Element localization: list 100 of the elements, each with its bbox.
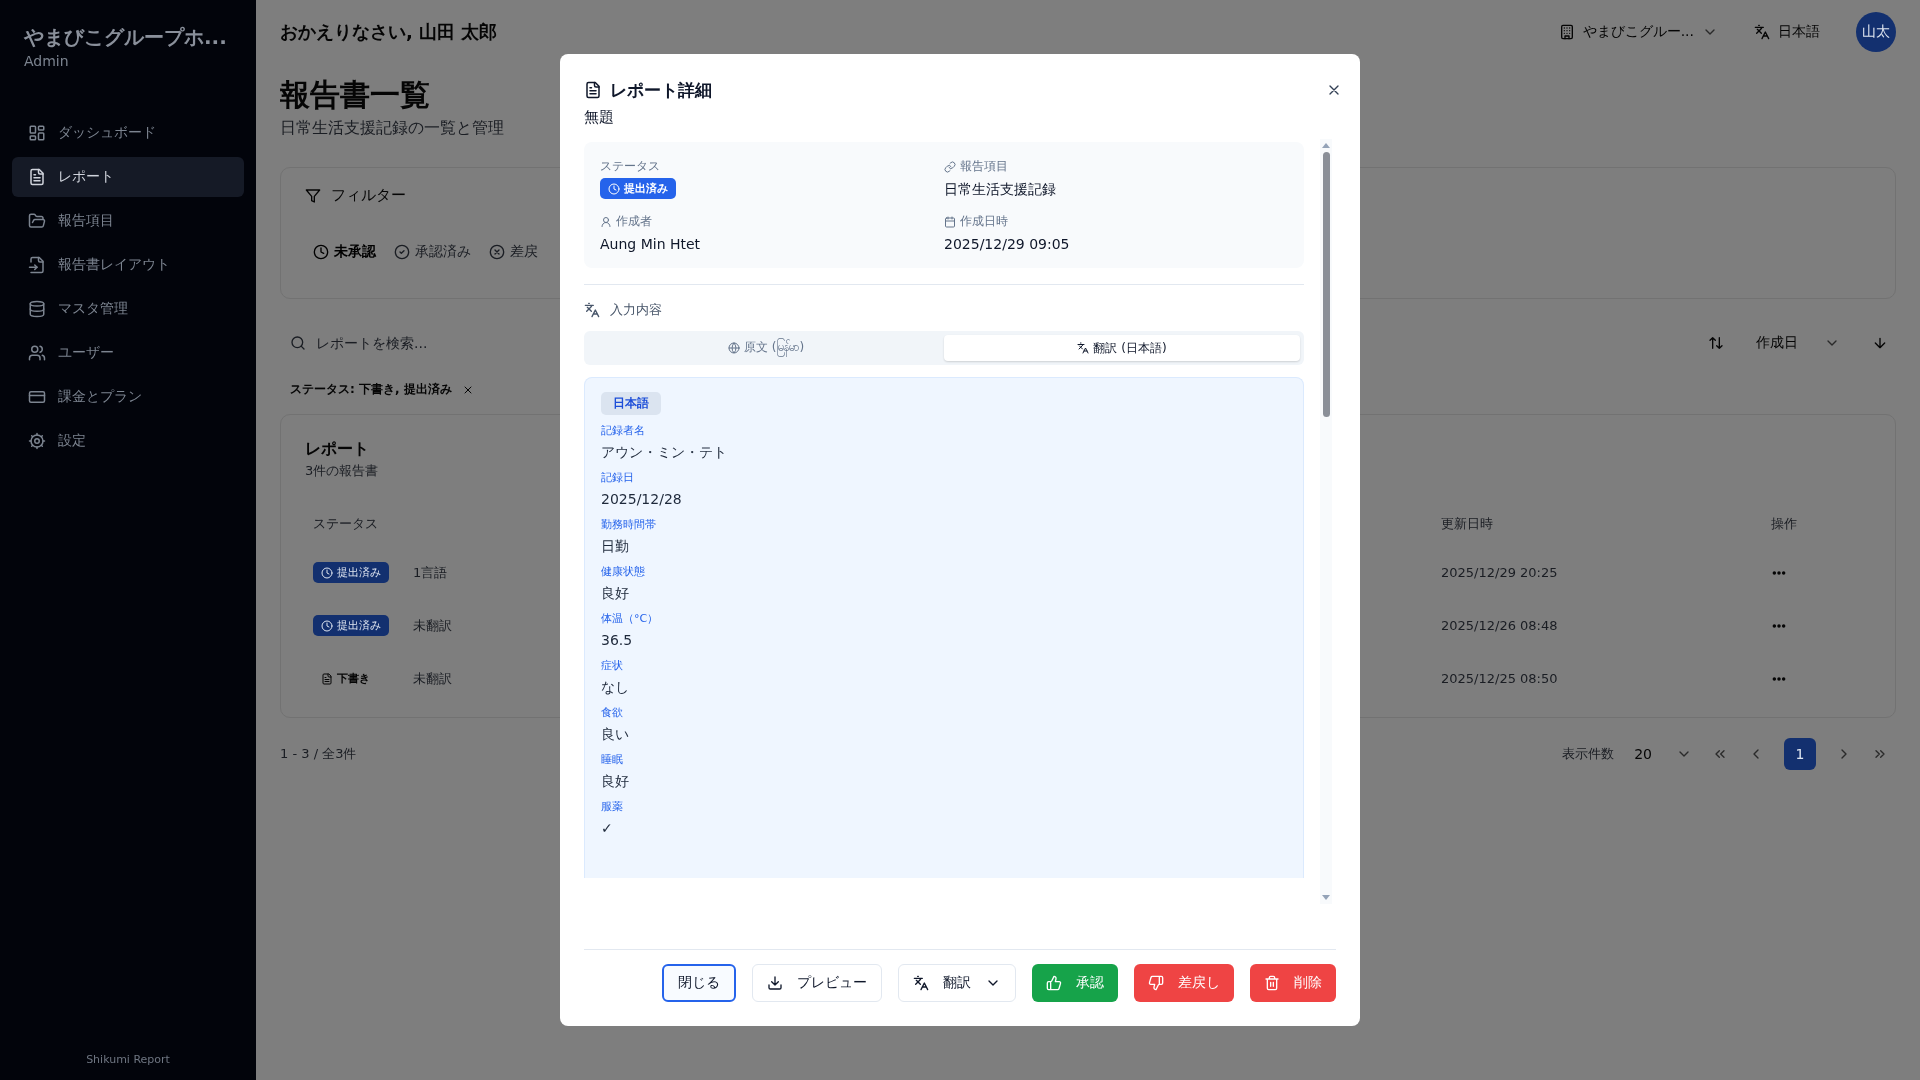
sidebar-item[interactable]: 設定 — [12, 421, 244, 461]
card-title: レポート — [305, 439, 369, 460]
page-title: 報告書一覧 — [280, 76, 430, 114]
user-avatar[interactable]: 山太 — [1856, 12, 1896, 52]
search-icon — [290, 335, 306, 351]
card-icon — [28, 388, 46, 406]
field-value: ✓ — [601, 819, 614, 838]
translate-icon — [913, 975, 929, 991]
view-tab[interactable]: 翻訳 (日本語) — [944, 335, 1300, 361]
building-icon — [1558, 24, 1575, 40]
clock-icon — [313, 244, 329, 260]
sort-icon[interactable] — [1708, 335, 1724, 351]
thumbs-down-icon — [1148, 975, 1164, 991]
table-cell: 未翻訳 — [413, 616, 452, 635]
check-circle-icon — [394, 244, 410, 260]
view-tab[interactable]: 原文 (မြန်မာ) — [588, 335, 944, 361]
sidebar-item[interactable]: 報告書レイアウト — [12, 245, 244, 285]
field-value: 日常生活支援記録 — [944, 181, 1056, 199]
page-subtitle: 日常生活支援記録の一覧と管理 — [280, 118, 504, 139]
status-tab[interactable]: 承認済み — [386, 237, 479, 267]
search-field[interactable]: レポートを検索... — [316, 333, 556, 353]
clock-icon — [608, 182, 620, 195]
action-button[interactable]: 閉じる — [662, 964, 736, 1002]
status-tab[interactable]: 差戻 — [481, 237, 546, 267]
field-value: 良い — [601, 725, 629, 744]
field-label: 記録日 — [601, 470, 635, 485]
field-label: 健康状態 — [601, 564, 645, 579]
organization-selector[interactable]: やまびこグルー... — [1558, 23, 1718, 41]
action-button[interactable]: 削除 — [1250, 964, 1336, 1002]
x-circle-icon — [489, 244, 505, 260]
field-value: 36.5 — [601, 631, 634, 650]
field-label: 報告項目 — [960, 158, 1008, 175]
per-page-select[interactable]: 20 — [1634, 746, 1692, 762]
globe-icon — [727, 342, 740, 354]
translate-icon — [584, 302, 600, 318]
download-icon — [767, 975, 783, 991]
page-button[interactable]: 1 — [1784, 738, 1816, 770]
sidebar-item[interactable]: ダッシュボード — [12, 113, 244, 153]
field-label: 勤務時間帯 — [601, 517, 656, 532]
dialog-title: レポート詳細 — [610, 78, 712, 102]
sidebar-item[interactable]: 課金とプラン — [12, 377, 244, 417]
report-count: 3件の報告書 — [305, 462, 379, 480]
status-badge: 提出済み — [600, 178, 676, 199]
filter-icon — [305, 187, 321, 204]
users-icon — [28, 344, 46, 362]
brand-name: やまびこグループホ... — [23, 24, 228, 51]
field-label: 症状 — [601, 658, 624, 673]
user-role: Admin — [23, 52, 70, 69]
field-value: 2025/12/28 — [601, 490, 682, 509]
field-label: 作成日時 — [960, 213, 1008, 230]
filter-title: フィルター — [331, 186, 406, 205]
field-label: 食欲 — [601, 705, 624, 720]
filter-chip[interactable]: ステータス: 下書き, 提出済み — [280, 377, 484, 402]
action-button[interactable]: 承認 — [1032, 964, 1118, 1002]
status-label: 下書き — [313, 668, 378, 689]
settings-icon — [28, 432, 46, 450]
trash-icon — [1264, 975, 1280, 991]
database-icon — [28, 300, 46, 318]
report-title: 無題 — [584, 108, 614, 127]
document-icon — [321, 672, 333, 685]
field-label: 記録者名 — [601, 423, 646, 438]
table-cell: 未翻訳 — [413, 669, 452, 688]
language-selector[interactable]: 日本語 — [1754, 23, 1820, 41]
app-name: Shikumi Report — [86, 1053, 170, 1068]
document-icon — [28, 168, 46, 186]
status-tab[interactable]: 未承認 — [305, 237, 384, 267]
language-badge: 日本語 — [601, 392, 661, 415]
sidebar-item[interactable]: ユーザー — [12, 333, 244, 373]
folder-icon — [28, 212, 46, 230]
sidebar-item[interactable]: マスタ管理 — [12, 289, 244, 329]
scroll-thumb[interactable] — [1322, 152, 1330, 417]
field-label: 服薬 — [601, 799, 623, 814]
field-value: アウン・ミン・テト — [601, 443, 727, 462]
section-title: 入力内容 — [610, 301, 662, 319]
sort-field-select[interactable]: 作成日 — [1748, 334, 1848, 352]
field-label: ステータス — [600, 158, 660, 175]
field-label: 体温（°C） — [601, 611, 659, 626]
status-badge: 提出済み — [313, 615, 389, 636]
action-button[interactable]: 差戻し — [1134, 964, 1234, 1002]
sidebar-item[interactable]: 報告項目 — [12, 201, 244, 241]
action-button[interactable]: プレビュー — [752, 964, 882, 1002]
field-value: Aung Min Htet — [600, 236, 701, 252]
table-cell: 2025/12/29 20:25 — [1441, 565, 1558, 580]
link-icon — [944, 160, 956, 173]
arrow-down-icon[interactable] — [1872, 335, 1888, 351]
document-icon — [584, 81, 602, 99]
table-cell: 2025/12/25 08:50 — [1441, 671, 1558, 686]
clock-icon — [321, 619, 333, 632]
grid-icon — [28, 124, 46, 142]
status-badge: 提出済み — [313, 562, 389, 583]
field-value: 日勤 — [601, 537, 630, 556]
sidebar-item[interactable]: レポート — [12, 157, 244, 197]
field-value: 良好 — [601, 584, 630, 603]
table-cell: 2025/12/26 08:48 — [1441, 618, 1558, 633]
thumbs-up-icon — [1046, 975, 1062, 991]
column-header: 操作 — [1771, 515, 1797, 533]
action-button[interactable]: 翻訳 — [898, 964, 1016, 1002]
file-arrow-icon — [28, 256, 46, 274]
field-value: 良好 — [601, 772, 629, 791]
table-cell: 1言語 — [413, 563, 448, 582]
